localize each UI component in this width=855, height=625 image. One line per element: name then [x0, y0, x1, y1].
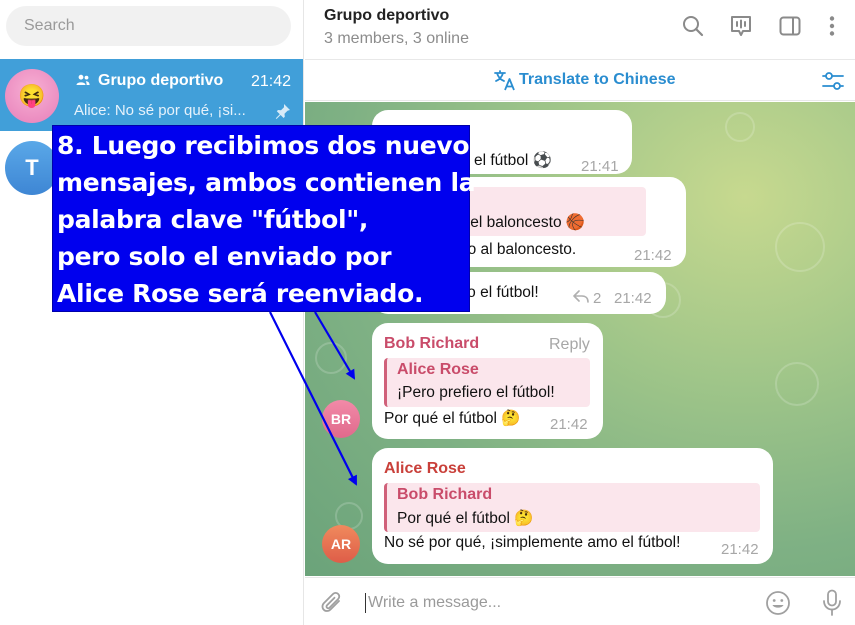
search-input[interactable]: Search — [6, 6, 291, 46]
quote-text: ¡Pero prefiero el fútbol! — [397, 384, 555, 401]
chat-time: 21:42 — [250, 73, 291, 90]
reply-arrow-icon — [573, 290, 589, 303]
text-caret — [365, 593, 366, 613]
message-bubble-alice[interactable]: Alice Rose Bob Richard Por qué el fútbol… — [372, 448, 773, 564]
message-time: 21:42 — [550, 416, 588, 433]
avatar: T — [5, 141, 59, 195]
chat-list-panel: Search 😝 Grupo deportivo 21:42 Alice: No… — [0, 0, 304, 625]
message-sender[interactable]: Bob Richard — [384, 335, 479, 353]
search-placeholder: Search — [24, 17, 75, 34]
tutorial-callout: 8. Luego recibimos dos nuevos mensajes, … — [52, 125, 484, 312]
chat-header-subtitle: 3 members, 3 online — [324, 30, 469, 47]
avatar-alice-rose[interactable]: AR — [322, 525, 360, 563]
search-icon[interactable] — [681, 14, 705, 38]
message-time: 21:42 — [634, 247, 672, 264]
translate-icon — [494, 70, 515, 91]
message-time: 21:41 — [581, 158, 619, 175]
chat-header-title[interactable]: Grupo deportivo — [324, 7, 449, 25]
translate-label[interactable]: Translate to Chinese — [519, 71, 676, 89]
message-text: Por qué el fútbol 🤔 — [384, 410, 521, 427]
reply-button[interactable]: Reply — [549, 336, 590, 354]
callout-line: pero solo el enviado por — [57, 242, 392, 271]
message-text: el fútbol ⚽ — [474, 152, 552, 169]
avatar-bob-richard[interactable]: BR — [322, 400, 360, 438]
callout-line: mensajes, ambos contienen la — [57, 168, 476, 197]
group-icon — [76, 74, 90, 85]
microphone-icon[interactable] — [821, 589, 843, 617]
live-stream-icon[interactable] — [729, 14, 753, 38]
message-time: 21:42 — [614, 290, 652, 307]
message-input[interactable]: Write a message... — [368, 594, 501, 612]
message-bubble-bob[interactable]: Bob Richard Reply Alice Rose ¡Pero prefi… — [372, 323, 603, 439]
chat-title: Grupo deportivo — [98, 72, 224, 89]
quote-sender: Bob Richard — [397, 486, 493, 503]
more-vertical-icon[interactable] — [820, 14, 844, 38]
message-sender[interactable]: Alice Rose — [384, 460, 466, 478]
chat-item-grupo-deportivo[interactable]: 😝 Grupo deportivo 21:42 Alice: No sé por… — [0, 59, 303, 131]
message-composer: Write a message... — [305, 577, 855, 625]
message-text: No sé por qué, ¡simplemente amo el fútbo… — [384, 534, 681, 551]
translate-bar[interactable]: Translate to Chinese — [305, 61, 855, 101]
wallpaper-doodle — [315, 342, 347, 374]
callout-line: palabra clave "fútbol", — [57, 205, 369, 234]
emoji-icon[interactable] — [765, 590, 791, 616]
wallpaper-doodle — [725, 112, 755, 142]
avatar: 😝 — [5, 69, 59, 123]
reply-count[interactable]: 2 — [593, 290, 601, 307]
message-text: go al baloncesto. — [459, 241, 577, 258]
sidebar-toggle-icon[interactable] — [778, 14, 802, 38]
callout-line: 8. Luego recibimos dos nuevos — [57, 131, 484, 160]
translate-settings-icon[interactable] — [821, 70, 845, 92]
reply-quote[interactable]: Alice Rose ¡Pero prefiero el fútbol! — [384, 358, 590, 407]
chat-preview: Alice: No sé por qué, ¡si... — [74, 102, 246, 119]
message-text: ro el fútbol! — [462, 284, 539, 301]
quote-text: Por qué el fútbol 🤔 — [397, 510, 534, 527]
wallpaper-doodle — [775, 222, 825, 272]
wallpaper-doodle — [775, 362, 819, 406]
quote-text: ta el baloncesto 🏀 — [453, 214, 586, 231]
callout-line: Alice Rose será reenviado. — [57, 279, 424, 308]
pin-icon — [275, 104, 290, 119]
quote-sender: Alice Rose — [397, 361, 479, 378]
reply-quote[interactable]: Bob Richard Por qué el fútbol 🤔 — [384, 483, 760, 532]
message-time: 21:42 — [721, 541, 759, 558]
chat-header: Grupo deportivo 3 members, 3 online — [305, 0, 855, 60]
attach-icon[interactable] — [319, 590, 345, 616]
